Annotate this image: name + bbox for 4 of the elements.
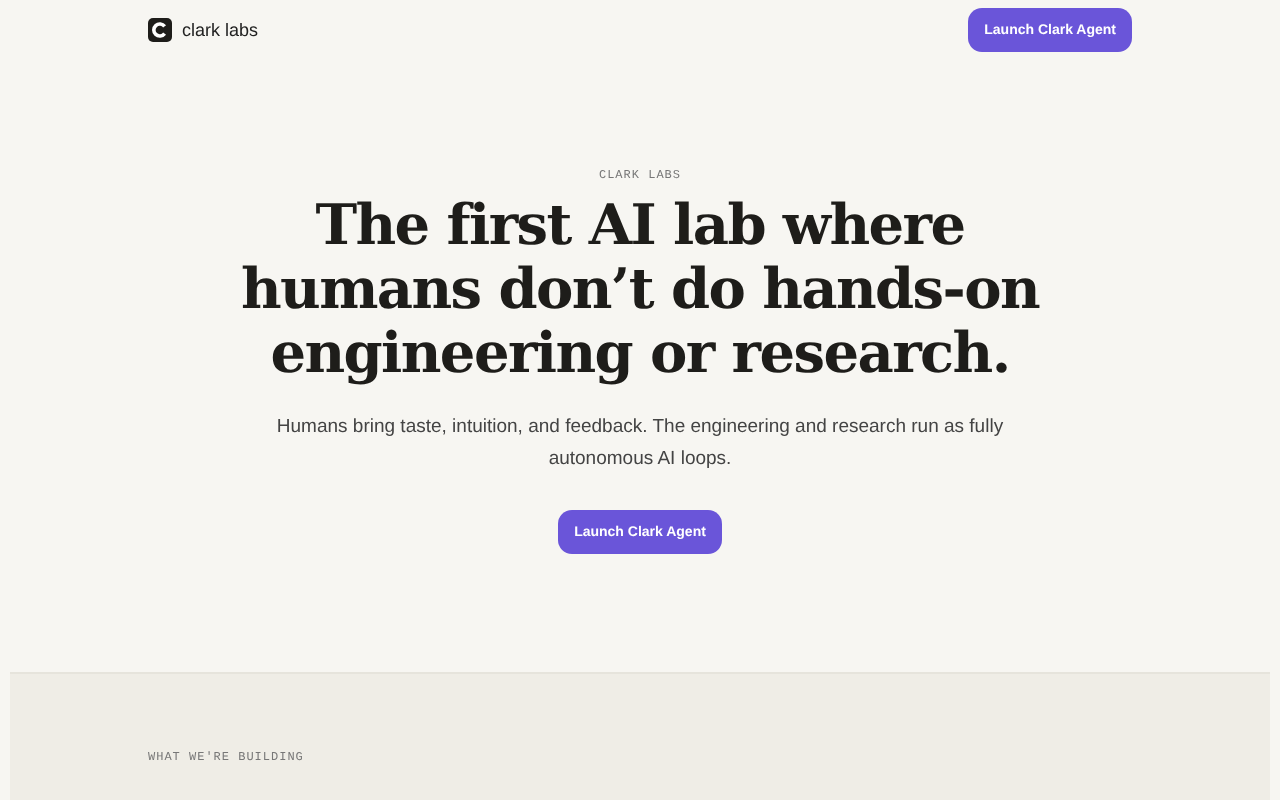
hero-subtitle: Humans bring taste, intuition, and feedback. The engineering and research run as fully autonomous AI loops.	[274, 414, 1006, 474]
logo-text[interactable]: clark labs	[182, 20, 259, 40]
hero-headline: The first AI lab where humans don’t do hands-on engineering or research.	[240, 194, 1040, 386]
logo-icon	[148, 18, 172, 42]
